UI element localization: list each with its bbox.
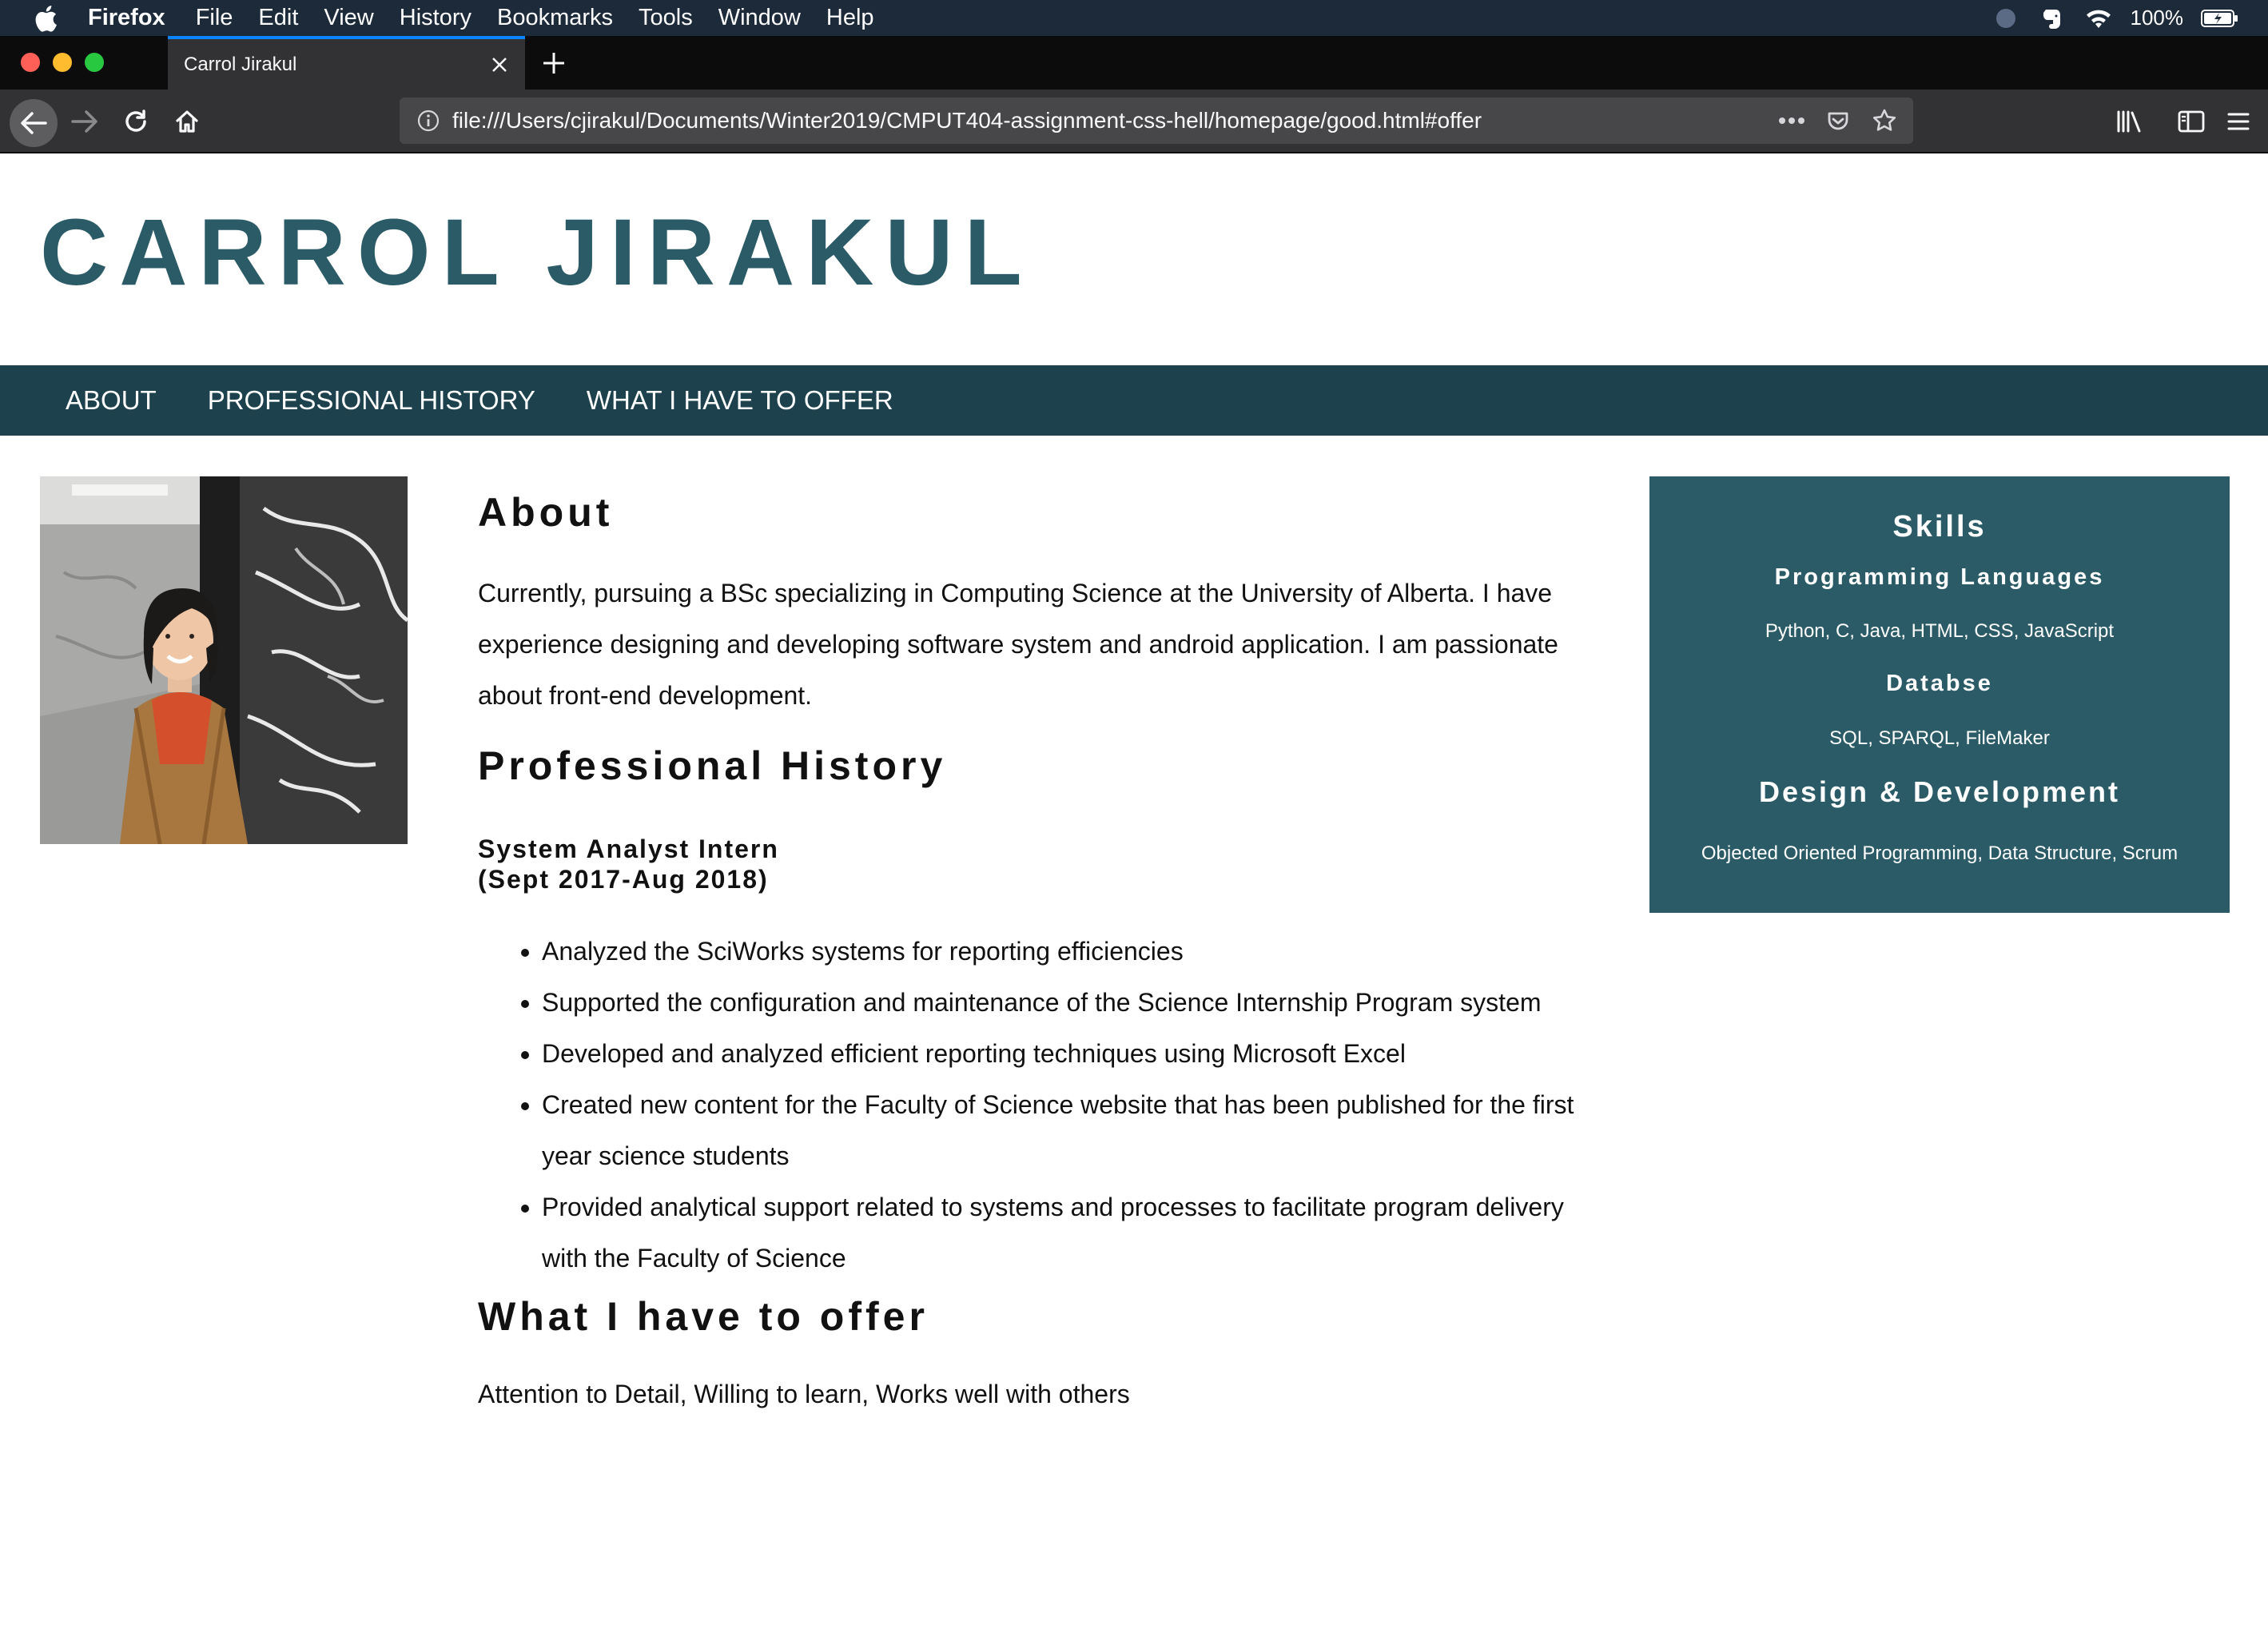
about-text: Currently, pursuing a BSc specializing i… [478, 579, 1558, 710]
skills-heading: Skills [1892, 510, 1987, 544]
sidebar-icon[interactable] [2172, 99, 2210, 144]
tab-title: Carrol Jirakul [184, 53, 297, 75]
duty-item: Supported the configuration and maintena… [542, 977, 1589, 1028]
offer-heading: What I have to offer [478, 1294, 929, 1339]
tab-close-icon[interactable] [483, 49, 515, 81]
window-minimize-button[interactable] [53, 53, 72, 72]
battery-percent: 100% [2130, 6, 2184, 30]
programming-languages-heading: Programming Languages [1774, 564, 2105, 590]
nav-link-about[interactable]: ABOUT [66, 385, 157, 416]
battery-charging-icon[interactable] [2201, 4, 2239, 33]
macos-menubar: Firefox File Edit View History Bookmarks… [0, 0, 2268, 36]
menu-tools[interactable]: Tools [639, 5, 693, 31]
about-heading: About [478, 490, 614, 535]
home-icon[interactable] [165, 99, 209, 144]
wifi-icon[interactable] [2084, 4, 2113, 33]
programming-languages-text: Python, C, Java, HTML, CSS, JavaScript [1765, 620, 2115, 642]
library-icon[interactable] [2110, 99, 2148, 144]
back-arrow-icon[interactable] [10, 99, 58, 147]
duty-item: Created new content for the Faculty of S… [542, 1079, 1589, 1181]
menu-help[interactable]: Help [826, 5, 874, 31]
nav-link-what-i-have-to-offer[interactable]: WHAT I HAVE TO OFFER [587, 385, 893, 416]
browser-tab-active[interactable]: Carrol Jirakul [168, 36, 525, 90]
circle-status-icon[interactable] [1991, 4, 2020, 33]
reload-icon[interactable] [113, 99, 158, 144]
skills-panel: Skills Programming Languages Python, C, … [1649, 476, 2230, 913]
database-text: SQL, SPARQL, FileMaker [1829, 727, 2050, 749]
menu-history[interactable]: History [400, 5, 472, 31]
duties-list: Analyzed the SciWorks systems for report… [478, 926, 1589, 1284]
menu-file[interactable]: File [196, 5, 233, 31]
duty-item: Analyzed the SciWorks systems for report… [542, 926, 1589, 977]
nav-link-professional-history[interactable]: PROFESSIONAL HISTORY [208, 385, 535, 416]
url-text[interactable]: file:///Users/cjirakul/Documents/Winter2… [452, 108, 1777, 133]
page-actions-ellipsis-icon[interactable] [1777, 106, 1806, 135]
hamburger-menu-icon[interactable] [2216, 99, 2261, 144]
job-dates: (Sept 2017-Aug 2018) [478, 865, 769, 894]
site-info-icon[interactable] [414, 106, 443, 135]
menu-app-name[interactable]: Firefox [88, 5, 165, 31]
evernote-icon[interactable] [2038, 4, 2067, 33]
window-zoom-button[interactable] [85, 53, 104, 72]
menu-bookmarks[interactable]: Bookmarks [497, 5, 613, 31]
browser-nav-toolbar: file:///Users/cjirakul/Documents/Winter2… [0, 90, 2268, 153]
new-tab-icon[interactable] [537, 46, 571, 80]
browser-tab-strip: Carrol Jirakul [0, 36, 2268, 90]
menu-view[interactable]: View [324, 5, 373, 31]
window-close-button[interactable] [21, 53, 40, 72]
design-development-text: Objected Oriented Programming, Data Stru… [1701, 842, 2178, 864]
bookmark-star-icon[interactable] [1870, 106, 1899, 135]
site-nav-bar: ABOUT PROFESSIONAL HISTORY WHAT I HAVE T… [0, 365, 2268, 436]
menu-edit[interactable]: Edit [258, 5, 298, 31]
web-page-content: CARROL JIRAKUL ABOUT PROFESSIONAL HISTOR… [0, 153, 2268, 1642]
design-development-heading: Design & Development [1758, 775, 2121, 808]
duty-item: Developed and analyzed efficient reporti… [542, 1028, 1589, 1079]
database-heading: Databse [1886, 671, 1993, 696]
menubar-status-area: 100% [1991, 0, 2240, 36]
url-bar[interactable]: file:///Users/cjirakul/Documents/Winter2… [400, 98, 1913, 144]
offer-text: Attention to Detail, Willing to learn, W… [478, 1380, 1130, 1408]
professional-history-heading: Professional History [478, 743, 947, 788]
duty-item: Provided analytical support related to s… [542, 1181, 1589, 1284]
menu-window[interactable]: Window [718, 5, 801, 31]
site-title: CARROL JIRAKUL [40, 200, 1033, 305]
pocket-icon[interactable] [1824, 106, 1852, 135]
forward-arrow-icon[interactable] [62, 99, 107, 144]
profile-photo [40, 476, 408, 844]
apple-menu-icon[interactable] [30, 3, 61, 34]
